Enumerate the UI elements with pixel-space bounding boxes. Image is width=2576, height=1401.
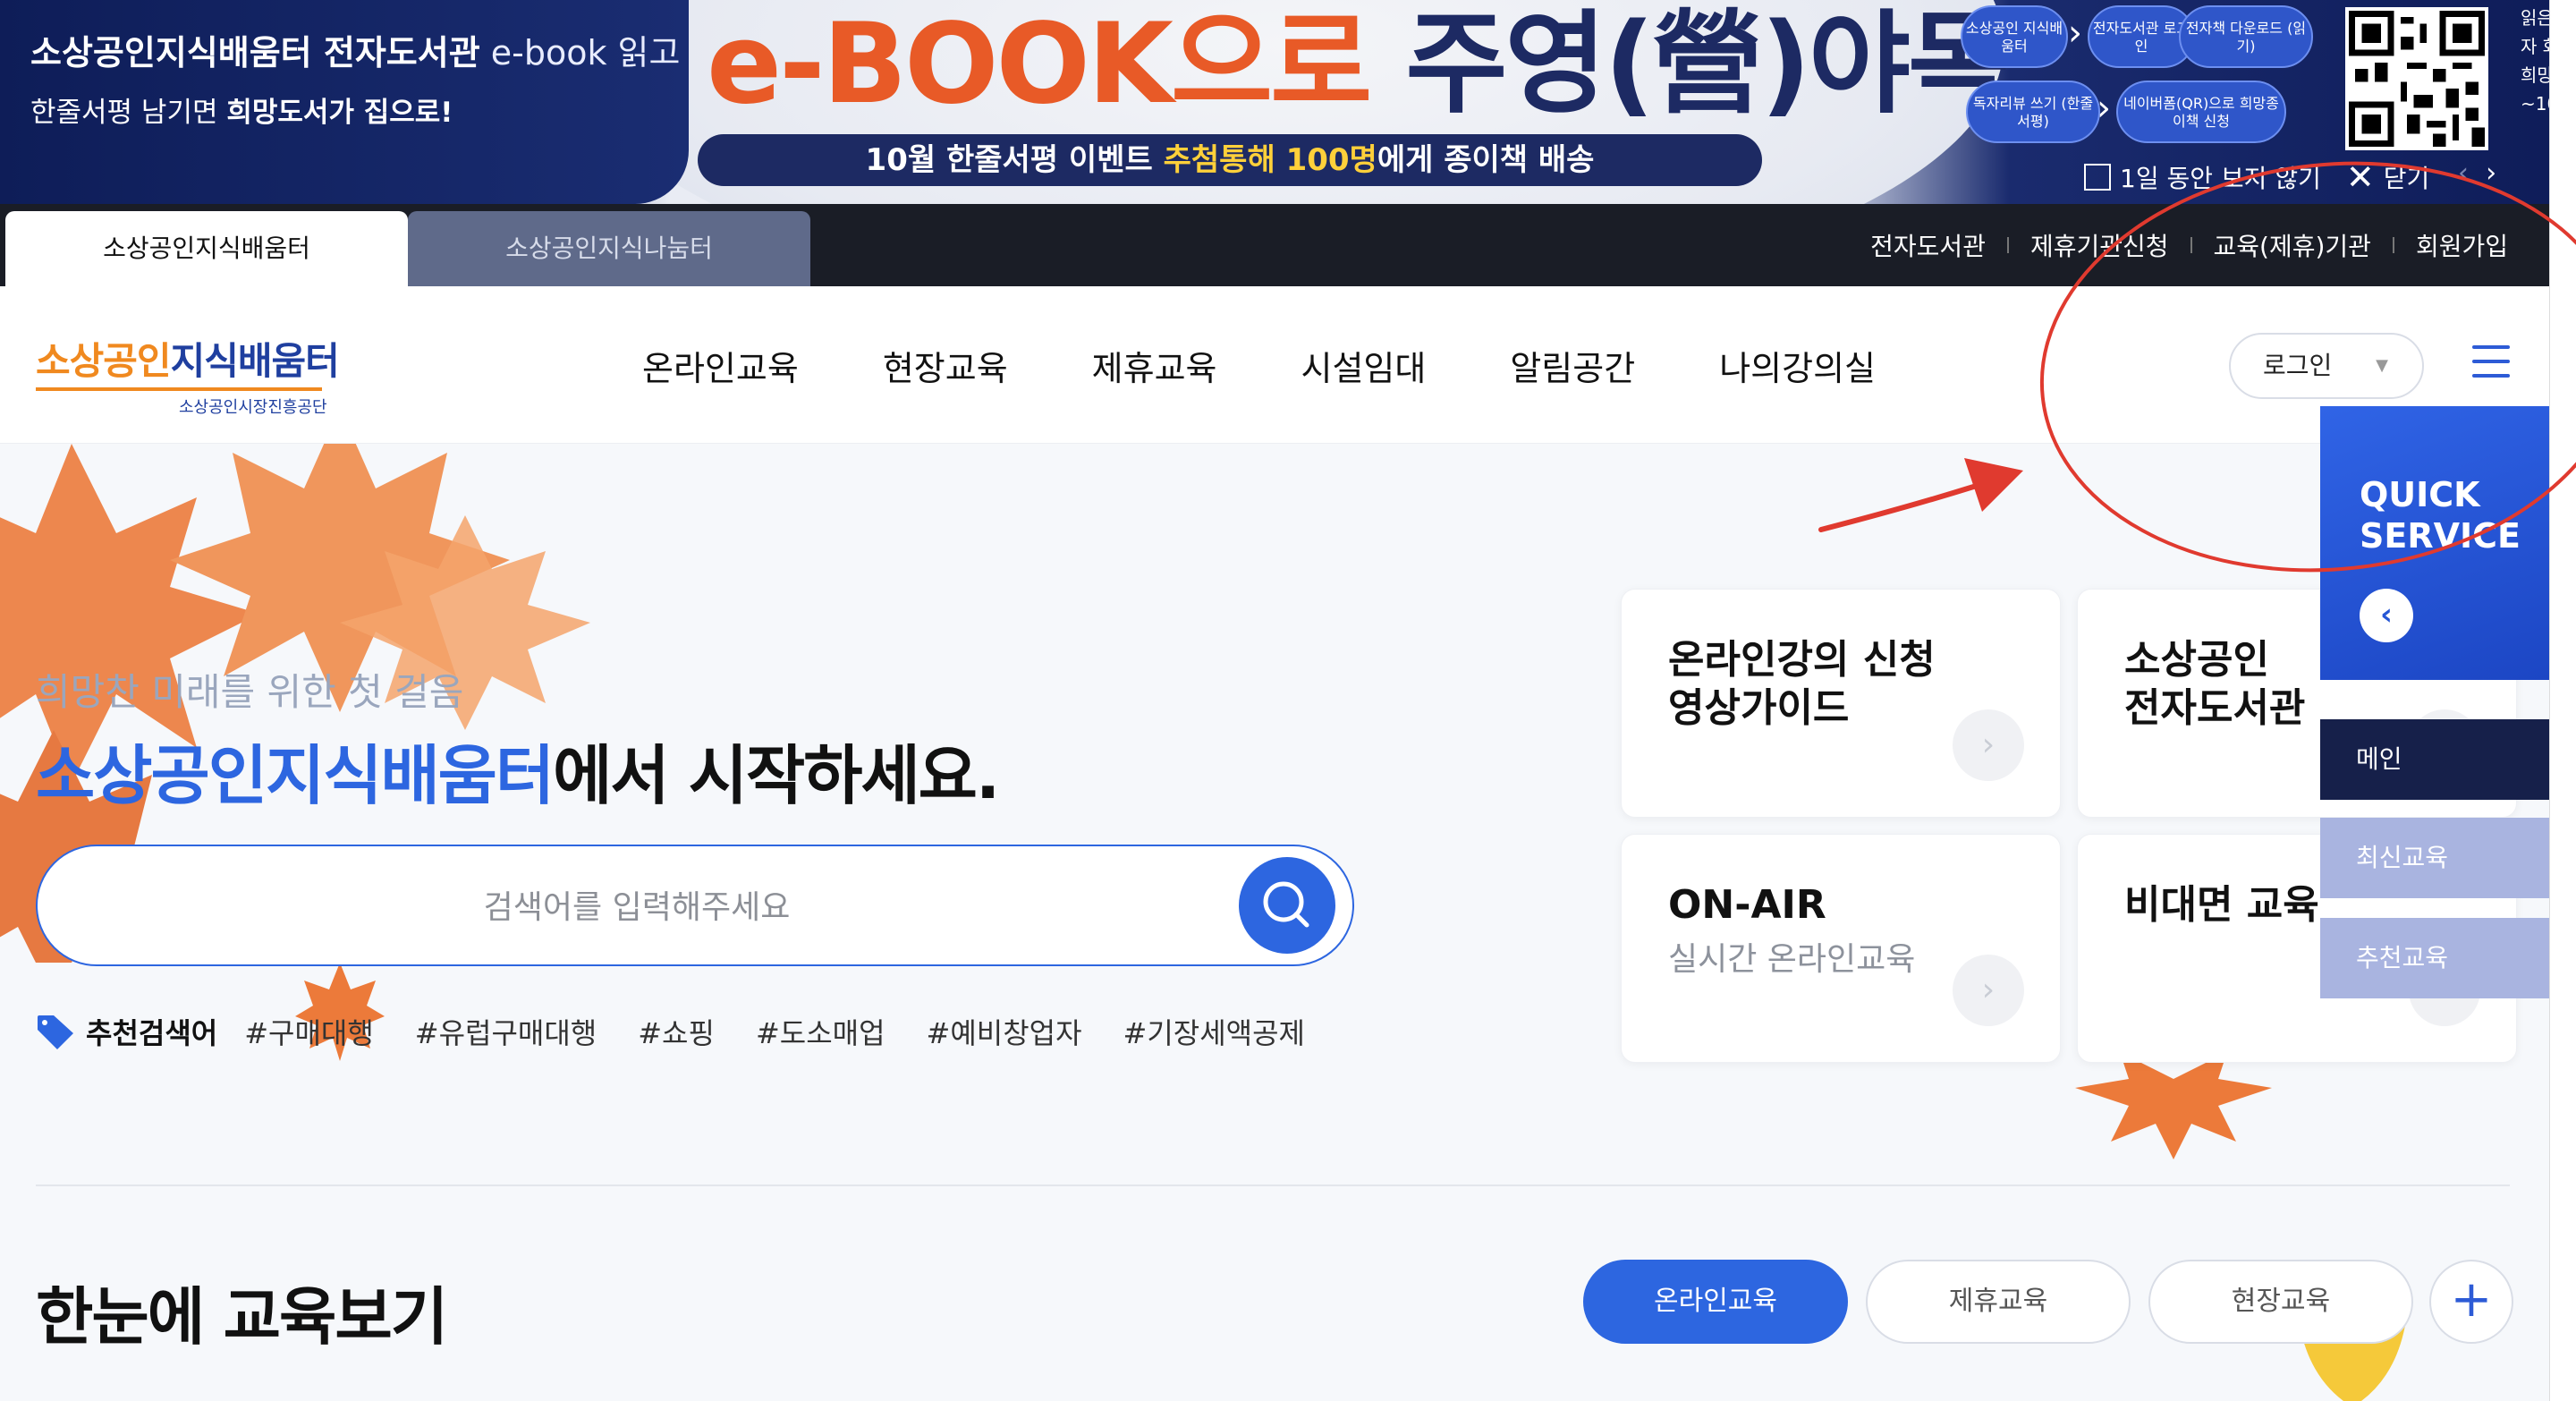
nav-facility-rental[interactable]: 시설임대 xyxy=(1301,341,1427,390)
nav-notice[interactable]: 알림공간 xyxy=(1510,341,1635,390)
tag-icon xyxy=(38,1015,73,1049)
tab-field-edu[interactable]: 현장교육 xyxy=(2148,1260,2413,1344)
logo-subtitle: 소상공인시장진흥공단 xyxy=(179,398,327,417)
keyword-link[interactable]: #도소매업 xyxy=(756,1011,886,1052)
logo-underline xyxy=(36,387,322,391)
tab-online-edu[interactable]: 온라인교육 xyxy=(1583,1260,1848,1344)
login-dropdown-button[interactable]: 로그인 ▼ xyxy=(2229,333,2424,399)
banner-line1: 소상공인지식배움터 전자도서관 e-book 읽고 xyxy=(30,33,681,72)
login-label: 로그인 xyxy=(2263,351,2333,380)
banner-line2: 한줄서평 남기면 희망도서가 집으로! xyxy=(30,97,453,129)
keyword-link[interactable]: #유럽구매대행 xyxy=(415,1011,597,1052)
section-title: 한눈에 교육보기 xyxy=(36,1280,448,1354)
hide-today-row[interactable]: 1일 동안 보지 않기 ✕ 닫기 xyxy=(2084,157,2429,197)
global-nav: 온라인교육 현장교육 제휴교육 시설임대 알림공간 나의강의실 xyxy=(642,286,1960,444)
banner-step-5: 네이버폼(QR)으로 희망종이책 신청 xyxy=(2116,81,2286,143)
quick-menu-recommended[interactable]: 추천교육 xyxy=(2320,918,2549,998)
card-title: 소상공인 전자도서관 xyxy=(2124,637,2306,731)
chevron-right-icon: › xyxy=(2068,13,2082,54)
tab-jisik-baeumteo[interactable]: 소상공인지식배움터 xyxy=(5,211,408,286)
util-link-ebook-library[interactable]: 전자도서관 xyxy=(1849,227,2007,263)
card-title: 비대면 교육 xyxy=(2124,882,2319,928)
hamburger-menu-icon[interactable] xyxy=(2472,345,2510,381)
banner-step-4: 독자리뷰 쓰기 (한줄서평) xyxy=(1966,81,2100,143)
card-online-guide[interactable]: 온라인강의 신청 영상가이드 › xyxy=(1621,589,2061,818)
chevron-left-icon[interactable]: ‹ xyxy=(2360,589,2413,642)
search-icon xyxy=(1263,881,1309,928)
nav-field-edu[interactable]: 현장교육 xyxy=(883,341,1008,390)
nav-my-classroom[interactable]: 나의강의실 xyxy=(1719,341,1876,390)
search-box xyxy=(36,845,1354,966)
hero-section: 희망찬 미래를 위한 첫 걸음 소상공인지식배움터에서 시작하세요. 추천검색어… xyxy=(0,444,2576,1401)
close-icon[interactable]: ✕ xyxy=(2346,157,2375,197)
keyword-link[interactable]: #구매대행 xyxy=(244,1011,374,1052)
tab-jisik-nanumteo[interactable]: 소상공인지식나눔터 xyxy=(408,211,810,286)
nav-online-edu[interactable]: 온라인교육 xyxy=(642,341,799,390)
nav-partner-edu[interactable]: 제휴교육 xyxy=(1092,341,1217,390)
card-subtitle: 실시간 온라인교육 xyxy=(1668,941,1916,978)
maple-leaf-decoration xyxy=(2075,1052,2272,1159)
hero-slogan-small: 희망찬 미래를 위한 첫 걸음 xyxy=(36,670,464,714)
tab-partner-edu[interactable]: 제휴교육 xyxy=(1866,1260,2131,1344)
util-link-partner-apply[interactable]: 제휴기관신청 xyxy=(2009,227,2190,263)
util-link-edu-partner[interactable]: 교육(제휴)기관 xyxy=(2192,227,2393,263)
keyword-link[interactable]: #기장세액공제 xyxy=(1123,1011,1305,1052)
checkbox-icon[interactable] xyxy=(2084,164,2111,191)
chevron-right-icon: › xyxy=(2097,88,2111,129)
quick-menu-main[interactable]: 메인 xyxy=(2320,719,2549,800)
banner-step-3: 전자책 다운로드 (읽 기) xyxy=(2179,5,2313,68)
chevron-down-icon: ▼ xyxy=(2376,356,2388,375)
chevron-right-icon[interactable]: › xyxy=(1953,709,2024,781)
site-logo[interactable]: 소상공인지식배움터 소상공인시장진흥공단 xyxy=(36,331,340,418)
search-button[interactable] xyxy=(1239,857,1335,954)
util-link-signup[interactable]: 회원가입 xyxy=(2394,227,2529,263)
banner-headline: e-BOOK으로 주영(營)야독 xyxy=(707,0,2010,129)
next-arrow-icon[interactable]: › xyxy=(2486,157,2496,189)
top-event-banner[interactable]: 소상공인지식배움터 전자도서관 e-book 읽고 한줄서평 남기면 희망도서가… xyxy=(0,0,2576,204)
quick-service-panel: QUICK SERVICE ‹ xyxy=(2320,406,2549,680)
quick-service-title: QUICK SERVICE xyxy=(2360,475,2521,556)
search-input[interactable] xyxy=(91,871,1182,943)
scrollbar-track[interactable] xyxy=(2549,0,2576,1401)
card-on-air[interactable]: ON-AIR 실시간 온라인교육 › xyxy=(1621,834,2061,1063)
recommended-keywords: 추천검색어 #구매대행 #유럽구매대행 #쇼핑 #도소매업 #예비창업자 #기장… xyxy=(36,1011,1346,1052)
banner-step-1: 소상공인 지식배움터 xyxy=(1961,5,2068,68)
banner-left-panel: 소상공인지식배움터 전자도서관 e-book 읽고 한줄서평 남기면 희망도서가… xyxy=(0,0,689,204)
card-title: ON-AIR xyxy=(1668,882,1826,928)
hide-day-label: 1일 동안 보지 않기 xyxy=(2120,164,2321,193)
banner-nav[interactable]: ‹ › xyxy=(2458,157,2496,189)
keyword-link[interactable]: #쇼핑 xyxy=(638,1011,715,1052)
hero-slogan-main: 소상공인지식배움터에서 시작하세요. xyxy=(36,738,1000,813)
close-label[interactable]: 닫기 xyxy=(2384,159,2430,195)
quick-menu-latest[interactable]: 최신교육 xyxy=(2320,818,2549,898)
logo-text-orange: 소상공인 xyxy=(36,339,172,383)
utility-links: 전자도서관 제휴기관신청 교육(제휴)기관 회원가입 xyxy=(1849,204,2529,286)
section-divider xyxy=(36,1184,2510,1186)
qr-code-image xyxy=(2345,7,2488,150)
chevron-right-icon[interactable]: › xyxy=(1953,955,2024,1026)
prev-arrow-icon[interactable]: ‹ xyxy=(2458,157,2469,189)
banner-event-pill: 10월 한줄서평 이벤트 추첨통해 100명에게 종이책 배송 xyxy=(698,134,1762,186)
keyword-link[interactable]: #예비창업자 xyxy=(927,1011,1082,1052)
site-tab-bar: 소상공인지식배움터 소상공인지식나눔터 전자도서관 제휴기관신청 교육(제휴)기… xyxy=(0,204,2576,286)
logo-text-blue: 지식배움터 xyxy=(170,339,340,383)
main-header: 소상공인지식배움터 소상공인시장진흥공단 온라인교육 현장교육 제휴교육 시설임… xyxy=(0,286,2576,444)
keywords-label: 추천검색어 xyxy=(86,1016,218,1050)
plus-icon[interactable]: + xyxy=(2429,1260,2513,1344)
card-title: 온라인강의 신청 영상가이드 xyxy=(1668,637,1936,731)
